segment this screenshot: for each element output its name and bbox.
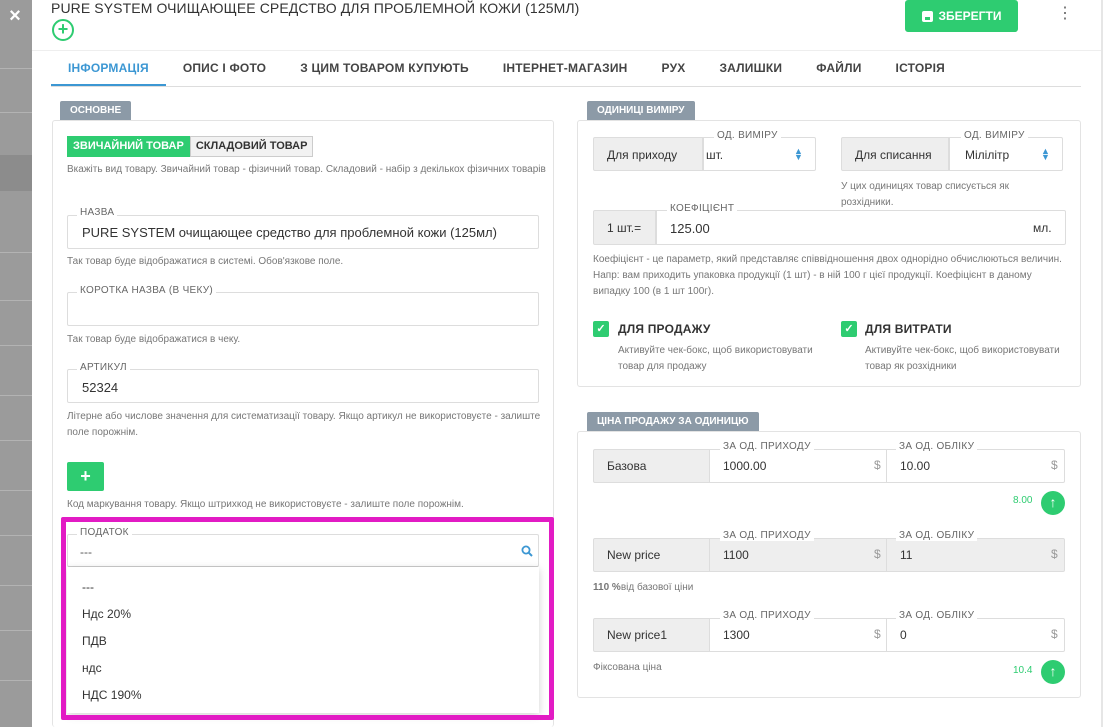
price-name: Базова: [607, 459, 647, 473]
arrow-up-icon[interactable]: ↑: [1041, 660, 1065, 684]
article-label: АРТИКУЛ: [77, 362, 130, 373]
writeoff-unit-label: ОД. ВИМІРУ: [961, 130, 1028, 141]
price-name: New price1: [607, 628, 668, 642]
currency-symbol: $: [1051, 458, 1058, 472]
tab-information[interactable]: ІНФОРМАЦІЯ: [51, 55, 166, 86]
price-col-accounting: ЗА ОД. ОБЛІКУ: [896, 441, 978, 452]
coef-help: Коефіцієнт - це параметр, який представл…: [593, 254, 1062, 297]
select-arrows-icon: ▲ ▼: [1041, 146, 1050, 162]
short-name-help: Так товар буде відображатися в чеку.: [67, 334, 241, 345]
price-note-percent: 110 %: [593, 582, 621, 593]
background-row-selected: [0, 155, 32, 191]
short-name-field[interactable]: [67, 292, 539, 326]
coef-prefix: 1 шт.=: [607, 221, 642, 235]
writeoff-label: Для списання: [855, 148, 932, 162]
section-label-price: ЦІНА ПРОДАЖУ ЗА ОДИНИЦЮ: [587, 412, 759, 431]
price-col-incoming: ЗА ОД. ПРИХОДУ: [720, 530, 814, 541]
name-input[interactable]: PURE SYSTEM очищающее средство для пробл…: [82, 225, 497, 240]
for-sale-label: ДЛЯ ПРОДАЖУ: [618, 322, 711, 336]
product-type-toggle: ЗВИЧАЙНИЙ ТОВАР СКЛАДОВИЙ ТОВАР: [67, 136, 314, 157]
article-field[interactable]: [67, 369, 539, 403]
price-accounting-field[interactable]: [886, 538, 1065, 572]
page-title: PURE SYSTEM ОЧИЩАЮЩЕЕ СРЕДСТВО ДЛЯ ПРОБЛ…: [51, 0, 580, 16]
currency-symbol: $: [1051, 547, 1058, 561]
save-icon: [921, 10, 933, 22]
price-note: Фіксована ціна: [593, 662, 662, 673]
for-sale-checkbox[interactable]: ✓: [593, 321, 609, 337]
incoming-unit-value: шт.: [706, 148, 724, 162]
tab-files[interactable]: ФАЙЛИ: [799, 55, 878, 86]
name-label: НАЗВА: [77, 207, 118, 218]
tab-movement[interactable]: РУХ: [645, 55, 703, 86]
tab-bought-together[interactable]: З ЦИМ ТОВАРОМ КУПУЮТЬ: [283, 55, 486, 86]
price-col-incoming: ЗА ОД. ПРИХОДУ: [720, 441, 814, 452]
type-help: Вкажіть вид товару. Звичайний товар - фі…: [67, 164, 546, 175]
for-expense-checkbox[interactable]: ✓: [841, 321, 857, 337]
price-accounting-value[interactable]: 0: [900, 628, 907, 642]
arrow-up-icon[interactable]: ↑: [1041, 491, 1065, 515]
price-incoming-value[interactable]: 1100: [723, 548, 749, 562]
price-name: New price: [607, 548, 661, 562]
price-col-accounting: ЗА ОД. ОБЛІКУ: [896, 530, 978, 541]
price-col-accounting: ЗА ОД. ОБЛІКУ: [896, 610, 978, 621]
coef-field[interactable]: [656, 210, 1066, 245]
section-label-units: ОДИНИЦІ ВИМІРУ: [587, 101, 695, 120]
coef-suffix: мл.: [1033, 221, 1052, 235]
article-help: Літерне або числове значення для система…: [67, 411, 541, 438]
price-incoming-value[interactable]: 1300: [723, 628, 750, 642]
tab-description-photo[interactable]: ОПИС І ФОТО: [166, 55, 283, 86]
tab-online-store[interactable]: ІНТЕРНЕТ-МАГАЗИН: [486, 55, 645, 86]
barcode-help: Код маркування товару. Якщо штрихкод не …: [67, 499, 464, 510]
article-input[interactable]: 52324: [82, 380, 118, 395]
currency-symbol: $: [874, 547, 881, 561]
short-name-label: КОРОТКА НАЗВА (В ЧЕКУ): [77, 285, 217, 296]
select-arrows-icon: ▲ ▼: [794, 146, 803, 162]
price-side-value: 10.4: [1013, 665, 1033, 676]
price-accounting-field[interactable]: [886, 618, 1065, 652]
add-barcode-button[interactable]: +: [67, 462, 104, 491]
section-label-basic: ОСНОВНЕ: [60, 101, 132, 120]
price-col-incoming: ЗА ОД. ПРИХОДУ: [720, 610, 814, 621]
toggle-simple-product[interactable]: ЗВИЧАЙНИЙ ТОВАР: [67, 136, 190, 157]
incoming-label: Для приходу: [607, 148, 678, 162]
price-side-value: 8.00: [1013, 495, 1033, 506]
close-icon[interactable]: ×: [0, 0, 30, 32]
for-expense-label: ДЛЯ ВИТРАТИ: [865, 322, 952, 336]
coef-label: КОЕФІЦІЄНТ: [667, 203, 738, 214]
for-sale-help: Активуйте чек-бокс, щоб використовувати …: [618, 345, 813, 372]
currency-symbol: $: [1051, 627, 1058, 641]
writeoff-unit-value: Мілілітр: [965, 148, 1010, 162]
currency-symbol: $: [874, 627, 881, 641]
price-incoming-value[interactable]: 1000.00: [723, 459, 766, 473]
header-divider: [32, 50, 1101, 51]
currency-symbol: $: [874, 458, 881, 472]
for-expense-help: Активуйте чек-бокс, щоб використовувати …: [865, 345, 1060, 372]
name-help: Так товар буде відображатися в системі. …: [67, 256, 344, 267]
incoming-unit-label: ОД. ВИМІРУ: [714, 130, 781, 141]
add-circle-button[interactable]: +: [52, 19, 74, 41]
save-button[interactable]: ЗБЕРЕГТИ: [905, 0, 1018, 32]
toggle-composite-product[interactable]: СКЛАДОВИЙ ТОВАР: [189, 136, 314, 157]
more-menu-icon[interactable]: ⋮: [1057, 6, 1073, 22]
coef-input[interactable]: 125.00: [670, 221, 710, 236]
writeoff-help: У цих одиницях товар списується як розхі…: [841, 181, 1010, 208]
tab-bar: ІНФОРМАЦІЯ ОПИС І ФОТО З ЦИМ ТОВАРОМ КУП…: [51, 55, 1081, 87]
tab-history[interactable]: ІСТОРІЯ: [879, 55, 962, 86]
tab-stock[interactable]: ЗАЛИШКИ: [702, 55, 799, 86]
background-page: [0, 0, 32, 727]
price-note-text: від базової ціни: [620, 582, 694, 593]
price-accounting-value[interactable]: 10.00: [900, 459, 930, 473]
save-button-label: ЗБЕРЕГТИ: [938, 9, 1002, 23]
price-note: 110 %від базової ціни: [593, 580, 693, 596]
highlight-box: [61, 517, 554, 720]
price-accounting-value[interactable]: 11: [900, 548, 912, 562]
